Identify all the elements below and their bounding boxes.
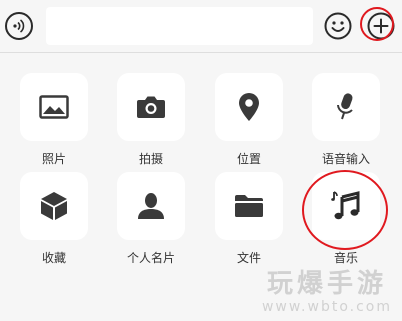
camera-label: 拍摄 xyxy=(138,152,163,166)
camera-tile[interactable] xyxy=(117,73,185,141)
more-functions-button[interactable] xyxy=(367,12,395,40)
music-note-icon xyxy=(331,191,360,220)
music-label: 音乐 xyxy=(333,251,358,265)
voice-input-label: 语音输入 xyxy=(321,152,370,166)
file-tile[interactable] xyxy=(215,172,283,240)
image-icon xyxy=(39,95,69,119)
panel-item-camera[interactable]: 拍摄 xyxy=(117,73,185,167)
panel-item-favorites[interactable]: 收藏 xyxy=(20,172,88,266)
person-icon xyxy=(138,193,164,219)
camera-icon xyxy=(137,96,165,118)
watermark-url: www.wbto.com xyxy=(261,299,392,315)
voice-button[interactable] xyxy=(5,12,33,40)
watermark-title: 玩爆手游 xyxy=(266,269,387,299)
voice-wave-icon xyxy=(13,19,25,33)
location-tile[interactable] xyxy=(215,73,283,141)
microphone-icon xyxy=(337,93,353,120)
message-input[interactable] xyxy=(46,7,313,45)
favorites-tile[interactable] xyxy=(20,172,88,240)
more-functions-panel: 照片 拍摄 位置 语音输入 收藏 个人名片 文件 音乐 玩爆手游 www.wbt… xyxy=(0,53,402,321)
panel-item-contact-card[interactable]: 个人名片 xyxy=(117,172,185,266)
contact-card-label: 个人名片 xyxy=(126,251,175,265)
emoji-button[interactable] xyxy=(324,12,352,40)
favorites-label: 收藏 xyxy=(41,251,66,265)
photos-tile[interactable] xyxy=(20,73,88,141)
panel-item-photos[interactable]: 照片 xyxy=(20,73,88,167)
file-label: 文件 xyxy=(236,251,261,265)
panel-item-location[interactable]: 位置 xyxy=(215,73,283,167)
photos-label: 照片 xyxy=(41,152,66,166)
panel-item-voice-input[interactable]: 语音输入 xyxy=(312,73,380,167)
panel-item-music[interactable]: 音乐 xyxy=(312,172,380,266)
plus-circle-icon xyxy=(367,12,395,40)
panel-item-file[interactable]: 文件 xyxy=(215,172,283,266)
contact-card-tile[interactable] xyxy=(117,172,185,240)
watermark: 玩爆手游 www.wbto.com xyxy=(262,269,392,315)
location-pin-icon xyxy=(239,93,259,121)
chat-input-bar xyxy=(0,0,402,52)
voice-input-tile[interactable] xyxy=(312,73,380,141)
music-tile[interactable] xyxy=(312,172,380,240)
smiley-face-icon xyxy=(324,12,352,40)
folder-icon xyxy=(235,195,263,217)
cube-icon xyxy=(41,192,67,220)
location-label: 位置 xyxy=(236,152,261,166)
